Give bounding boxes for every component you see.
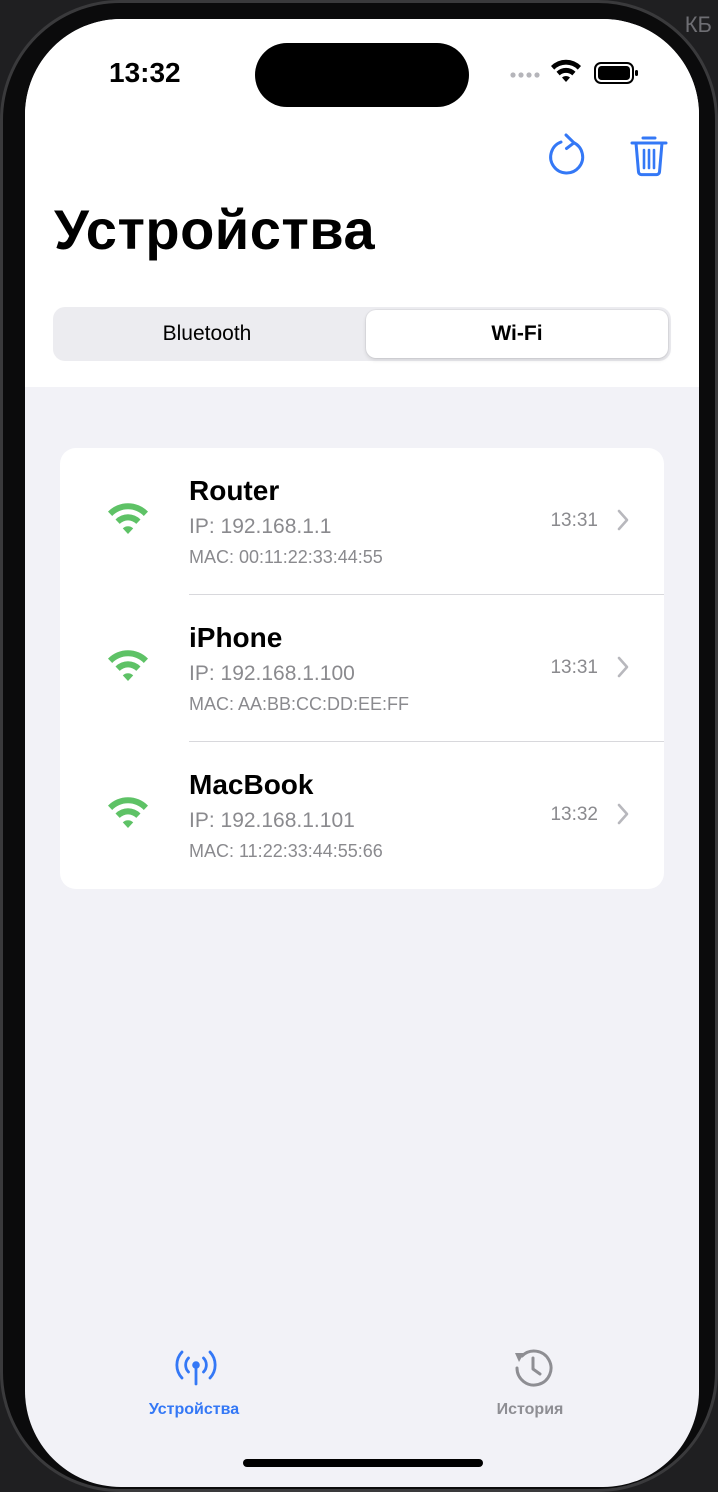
home-indicator — [243, 1459, 483, 1467]
device-list: Router IP: 192.168.1.1 MAC: 00:11:22:33:… — [60, 448, 664, 889]
delete-button[interactable] — [625, 131, 673, 179]
chevron-right-icon — [616, 656, 630, 683]
device-mac: MAC: AA:BB:CC:DD:EE:FF — [189, 694, 410, 714]
dynamic-island — [255, 43, 469, 107]
history-icon — [510, 1347, 554, 1394]
wifi-icon — [105, 648, 151, 689]
segment-bluetooth[interactable]: Bluetooth — [56, 310, 358, 358]
device-mac: MAC: 00:11:22:33:44:55 — [189, 547, 383, 567]
refresh-icon — [549, 133, 585, 175]
wifi-icon — [105, 501, 151, 542]
device-row-macbook[interactable]: MacBook IP: 192.168.1.101 MAC: 11:22:33:… — [60, 742, 664, 889]
screen: 13:32 Устройства Bluetooth Wi-Fi Router … — [25, 19, 699, 1487]
device-ip: IP: 192.168.1.100 — [189, 662, 355, 685]
connection-type-segmented-control: Bluetooth Wi-Fi — [53, 307, 671, 361]
device-time: 13:31 — [550, 657, 598, 678]
device-ip: IP: 192.168.1.1 — [189, 515, 332, 538]
header-area: 13:32 Устройства Bluetooth Wi-Fi — [25, 19, 699, 387]
device-name: Router — [189, 475, 280, 506]
device-row-router[interactable]: Router IP: 192.168.1.1 MAC: 00:11:22:33:… — [60, 448, 664, 595]
chevron-right-icon — [616, 509, 630, 536]
device-time: 13:32 — [550, 804, 598, 825]
segment-wifi[interactable]: Wi-Fi — [366, 310, 668, 358]
device-name: MacBook — [189, 769, 314, 800]
chevron-right-icon — [616, 803, 630, 830]
refresh-button[interactable] — [543, 131, 591, 179]
tab-devices[interactable]: Устройства — [94, 1339, 294, 1429]
phone-frame: 13:32 Устройства Bluetooth Wi-Fi Router … — [0, 0, 718, 1492]
antenna-icon — [174, 1347, 218, 1392]
device-row-iphone[interactable]: iPhone IP: 192.168.1.100 MAC: AA:BB:CC:D… — [60, 595, 664, 742]
signal-wifi-battery-icon — [510, 59, 638, 84]
status-icons — [509, 59, 639, 89]
device-time: 13:31 — [550, 510, 598, 531]
tab-history[interactable]: История — [430, 1339, 630, 1429]
device-ip: IP: 192.168.1.101 — [189, 809, 355, 832]
status-time: 13:32 — [109, 57, 181, 88]
tab-label: Устройства — [148, 1401, 240, 1418]
device-name: iPhone — [189, 622, 283, 653]
page-title: Устройства — [54, 198, 376, 261]
tab-bar: Устройства История — [25, 1339, 699, 1449]
device-mac: MAC: 11:22:33:44:55:66 — [189, 841, 383, 861]
wifi-icon — [105, 795, 151, 836]
tab-label: История — [496, 1401, 564, 1418]
trash-icon — [630, 136, 668, 177]
